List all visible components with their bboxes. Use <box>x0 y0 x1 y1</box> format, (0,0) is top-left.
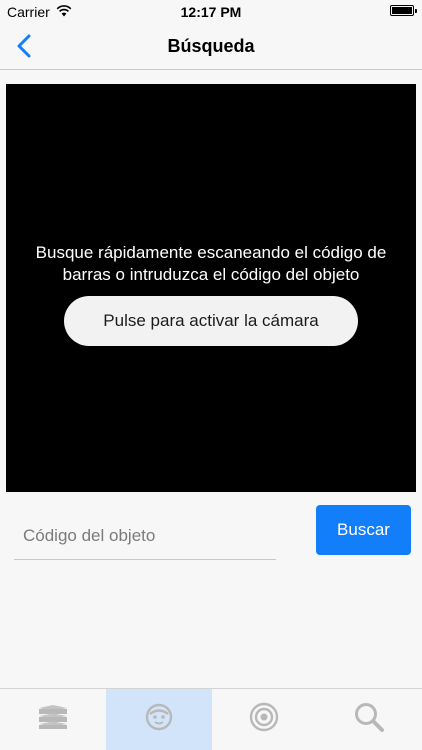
status-bar: Carrier 12:17 PM <box>0 0 422 22</box>
camera-preview: Busque rápidamente escaneando el código … <box>6 84 416 492</box>
face-icon <box>145 703 173 736</box>
scan-instructions-line-2: barras o intruduzca el código del objeto <box>62 265 360 284</box>
activate-camera-button[interactable]: Pulse para activar la cámara <box>64 296 358 346</box>
tab-target[interactable] <box>211 689 317 750</box>
search-button[interactable]: Buscar <box>316 505 411 555</box>
scan-instructions-line-1: Busque rápidamente escaneando el código … <box>35 243 387 262</box>
books-stack-icon <box>36 704 70 735</box>
tab-books[interactable] <box>0 689 106 750</box>
battery-icon <box>390 5 417 16</box>
scan-instructions: Busque rápidamente escaneando el código … <box>6 242 416 286</box>
page-title: Búsqueda <box>167 36 255 56</box>
target-icon <box>249 702 279 737</box>
navigation-bar: Búsqueda <box>0 22 422 70</box>
status-time: 12:17 PM <box>180 4 242 20</box>
magnifier-icon <box>353 701 385 738</box>
object-code-input[interactable] <box>14 512 276 560</box>
tab-search[interactable] <box>316 689 422 750</box>
tab-face[interactable] <box>106 689 212 750</box>
tab-bar <box>0 688 422 750</box>
